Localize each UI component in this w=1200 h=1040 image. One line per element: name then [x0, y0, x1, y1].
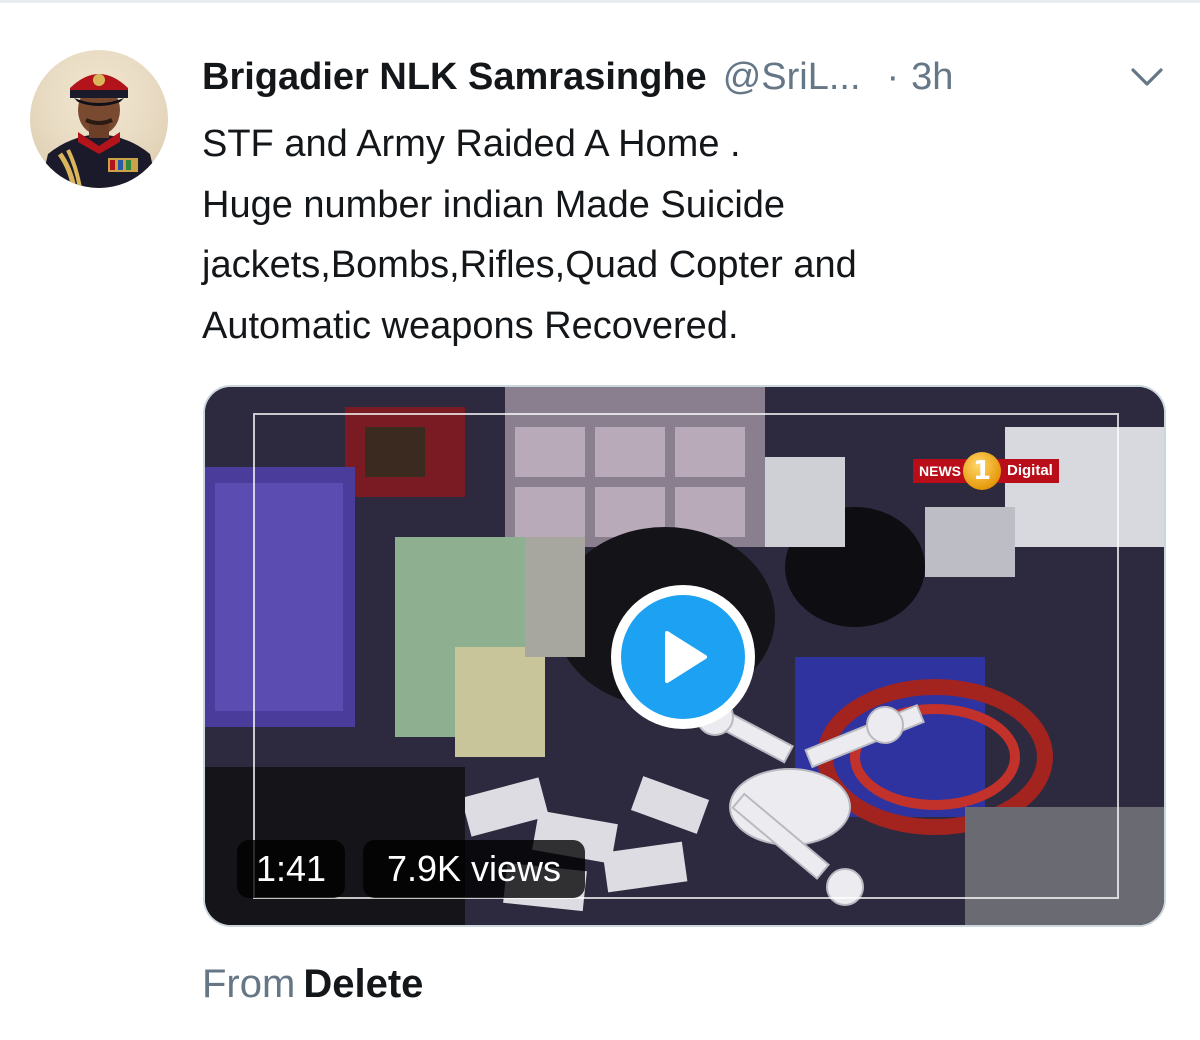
from-attribution: From Delete	[202, 962, 423, 1007]
tweet-text-line: Huge number indian Made Suicide	[202, 183, 786, 226]
tweet-text-line: Automatic weapons Recovered.	[202, 304, 739, 347]
source-account-link[interactable]: Delete	[303, 962, 423, 1006]
logo-digital-text: Digital	[997, 459, 1059, 483]
author-avatar[interactable]	[30, 50, 168, 188]
tweet-timestamp[interactable]: 3h	[911, 56, 953, 99]
author-handle[interactable]: @SriL...	[723, 56, 861, 99]
logo-number: 1	[963, 452, 1001, 490]
top-divider	[0, 0, 1200, 3]
video-views-badge: 7.9K views	[363, 840, 585, 898]
tweet-header: Brigadier NLK Samrasinghe @SriL... · 3h	[202, 52, 953, 102]
video-player[interactable]: NEWS 1 Digital 1:41 7.9K views	[203, 385, 1166, 927]
from-label: From	[202, 962, 296, 1006]
separator-dot: ·	[886, 55, 900, 98]
video-duration-badge: 1:41	[237, 840, 345, 898]
play-button-circle	[621, 595, 745, 719]
tweet-menu-button[interactable]	[1124, 58, 1170, 98]
news1st-digital-logo: NEWS 1 Digital	[913, 452, 1059, 490]
tweet-body: STF and Army Raided A Home . Huge number…	[202, 114, 1162, 356]
author-name[interactable]: Brigadier NLK Samrasinghe	[202, 56, 707, 99]
play-icon	[665, 631, 707, 683]
play-button[interactable]	[611, 585, 755, 729]
avatar-portrait	[40, 74, 158, 188]
chevron-down-icon	[1131, 68, 1163, 86]
logo-news-text: NEWS	[913, 459, 967, 483]
tweet-text-line: STF and Army Raided A Home .	[202, 123, 741, 165]
tweet-text-line: jackets,Bombs,Rifles,Quad Copter and	[202, 244, 857, 286]
